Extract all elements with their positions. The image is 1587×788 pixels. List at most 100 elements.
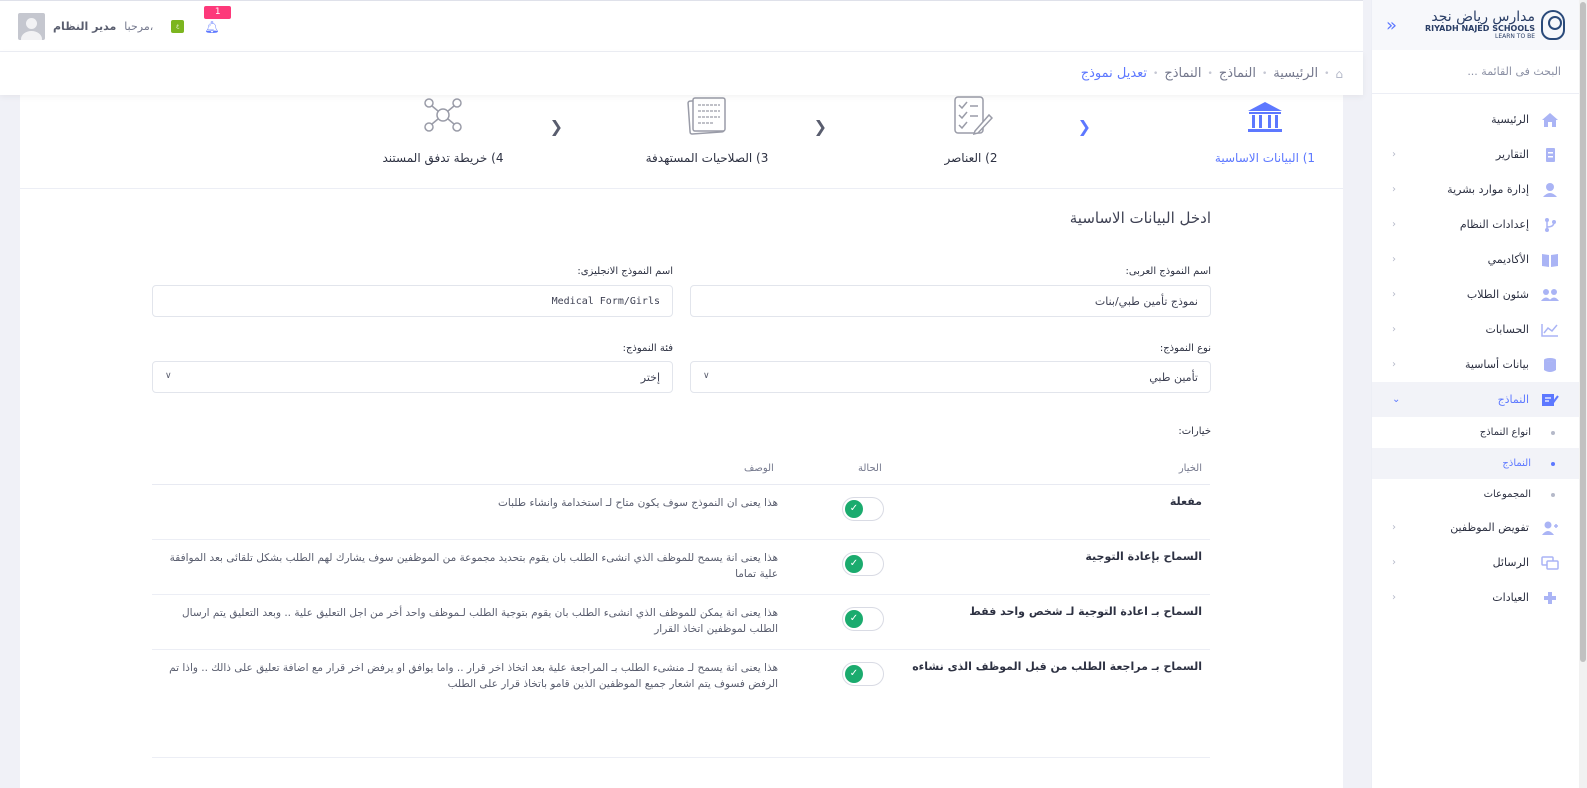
form-category-label: فئة النموذج: xyxy=(622,343,673,354)
option-toggle[interactable]: ✓ xyxy=(842,662,884,686)
breadcrumb-item[interactable]: الرئيسية xyxy=(1273,66,1318,81)
sidebar-subitem-forms[interactable]: النماذج xyxy=(1372,448,1579,479)
wizard-step-label: 4) خريطة تدفق المستند xyxy=(382,151,504,165)
divider xyxy=(152,757,1210,758)
column-header-option: الخيار xyxy=(1178,463,1202,474)
bullet-dot xyxy=(1551,461,1555,466)
options-label: خيارات: xyxy=(1178,426,1211,437)
wizard-step-flow-map[interactable]: 4) خريطة تدفق المستند xyxy=(373,95,513,165)
form-type-label: نوع النموذج: xyxy=(1159,343,1211,354)
sidebar-subitem-label: النماذج xyxy=(1502,458,1531,469)
table-row: السماح بـ مراجعة الطلب من قبل الموظف الذ… xyxy=(152,650,1210,705)
form-type-select[interactable]: تأمين طبي ∨ xyxy=(690,361,1211,393)
sidebar-subitem-form-types[interactable]: انواع النماذج xyxy=(1372,417,1579,448)
english-name-input[interactable]: Medical Form/Girls xyxy=(152,285,673,317)
table-row: السماح بـ اعادة التوجية لـ شخص واحد فقط … xyxy=(152,595,1210,650)
chevron-left-icon: ‹ xyxy=(1392,219,1396,230)
checklist-icon xyxy=(954,96,993,135)
form-section-title: ادخل البيانات الاساسية xyxy=(1069,209,1211,227)
top-header: مدير النظام مرحبا، ع 🔔︎ 1 xyxy=(0,0,1363,52)
user-area: مدير النظام مرحبا، ع 🔔︎ 1 xyxy=(18,5,232,40)
logo-mark-icon xyxy=(1541,10,1565,40)
sidebar-item-delegation[interactable]: تفويض الموظفين ‹ xyxy=(1372,510,1579,545)
arabic-name-input[interactable]: نموذج تأمين طبي/بنات xyxy=(690,285,1211,317)
subheader: ⌂ • الرئيسية • النماذج • النماذج • تعديل… xyxy=(0,52,1363,95)
sidebar-item-label: إدارة موارد بشرية xyxy=(1447,183,1529,196)
option-description: هذا يعنى ان النموذج سوف يكون متاح لـ است… xyxy=(498,497,778,509)
messages-icon xyxy=(1541,555,1559,570)
chevron-left-icon: ❮ xyxy=(813,117,827,136)
option-name: مفعلة xyxy=(1169,495,1202,508)
sidebar-item-reports[interactable]: التقارير ‹ xyxy=(1372,137,1579,172)
school-logo[interactable]: مدارس رياض نجد RIYADH NAJED SCHOOLS LEAR… xyxy=(1425,9,1565,41)
database-icon xyxy=(1544,357,1556,372)
notification-count-badge: 1 xyxy=(204,5,232,19)
avatar[interactable] xyxy=(18,13,45,40)
report-icon xyxy=(1546,147,1555,162)
sidebar-item-forms[interactable]: النماذج ⌄ xyxy=(1372,382,1579,417)
sidebar-item-accounts[interactable]: الحسابات ‹ xyxy=(1372,312,1579,347)
sidebar-item-messages[interactable]: الرسائل ‹ xyxy=(1372,545,1579,580)
wizard-step-elements[interactable]: 2) العناصر xyxy=(901,95,1041,165)
form-category-select[interactable]: إختر ∨ xyxy=(152,361,673,393)
sidebar-search xyxy=(1372,50,1579,94)
flow-icon xyxy=(424,98,462,132)
sidebar-item-hr[interactable]: إدارة موارد بشرية ‹ xyxy=(1372,172,1579,207)
sidebar-item-clinics[interactable]: العيادات ‹ xyxy=(1372,580,1579,615)
sidebar-item-home[interactable]: الرئيسية xyxy=(1372,102,1579,137)
home-icon[interactable]: ⌂ xyxy=(1335,67,1343,81)
option-toggle[interactable]: ✓ xyxy=(842,497,884,521)
option-toggle[interactable]: ✓ xyxy=(842,552,884,576)
table-row: السماح بإعادة التوجية ✓ هذا يعنى انة يسم… xyxy=(152,540,1210,595)
check-icon: ✓ xyxy=(845,555,863,573)
greeting-text: مرحبا، xyxy=(124,20,154,33)
settings-icon xyxy=(1545,217,1556,232)
bank-icon xyxy=(1248,102,1282,132)
sidebar-search-input[interactable] xyxy=(1390,65,1561,78)
sidebar-item-label: الأكاديمي xyxy=(1487,253,1529,266)
sidebar: مدارس رياض نجد RIYADH NAJED SCHOOLS LEAR… xyxy=(1371,0,1579,788)
form-card: 1) البيانات الاساسية ❮ 2) العناصر ❮ 3) ا… xyxy=(20,95,1343,788)
sidebar-subitem-groups[interactable]: المجموعات xyxy=(1372,479,1579,510)
page-scrollbar[interactable] xyxy=(1579,0,1587,788)
sidebar-subitem-label: المجموعات xyxy=(1483,489,1531,500)
options-table: الخيار الحالة الوصف مفعلة ✓ هذا يعنى ان … xyxy=(152,453,1210,705)
chevron-left-icon: ‹ xyxy=(1392,254,1396,265)
delegate-icon xyxy=(1542,521,1558,535)
students-icon xyxy=(1541,288,1559,301)
book-icon xyxy=(1542,253,1558,267)
language-flag-icon[interactable]: ع xyxy=(171,20,185,33)
sidebar-item-basic-data[interactable]: بيانات أساسية ‹ xyxy=(1372,347,1579,382)
chevron-left-icon: ❮ xyxy=(1077,117,1091,136)
breadcrumb-item[interactable]: النماذج xyxy=(1164,66,1201,81)
sidebar-subitem-label: انواع النماذج xyxy=(1479,427,1531,438)
sidebar-collapse-icon[interactable]: « xyxy=(1386,15,1397,36)
home-icon xyxy=(1542,112,1558,127)
sidebar-item-label: بيانات أساسية xyxy=(1464,358,1529,371)
breadcrumb-item[interactable]: النماذج xyxy=(1219,66,1256,81)
clinic-icon xyxy=(1544,591,1556,604)
sidebar-item-label: إعدادات النظام xyxy=(1459,218,1529,231)
chevron-left-icon: ‹ xyxy=(1392,184,1396,195)
arabic-name-label: اسم النموذج العربى: xyxy=(1125,266,1211,277)
breadcrumb-separator: • xyxy=(1207,68,1213,79)
sidebar-item-label: تفويض الموظفين xyxy=(1450,521,1529,534)
logo-tagline: LEARN TO BE xyxy=(1494,32,1535,40)
sidebar-item-academic[interactable]: الأكاديمي ‹ xyxy=(1372,242,1579,277)
wizard-step-permissions[interactable]: 3) الصلاحيات المستهدفة xyxy=(637,95,777,165)
scrollbar-thumb[interactable] xyxy=(1580,2,1586,662)
wizard-step-basic-data[interactable]: 1) البيانات الاساسية xyxy=(1195,95,1335,165)
wizard-step-label: 3) الصلاحيات المستهدفة xyxy=(645,151,769,165)
sidebar-item-settings[interactable]: إعدادات النظام ‹ xyxy=(1372,207,1579,242)
sidebar-item-label: الحسابات xyxy=(1485,323,1529,336)
notification-bell-icon[interactable]: 🔔︎ 1 xyxy=(204,5,232,34)
option-toggle[interactable]: ✓ xyxy=(842,607,884,631)
user-name[interactable]: مدير النظام xyxy=(53,20,116,33)
sidebar-item-label: شئون الطلاب xyxy=(1466,288,1529,301)
sidebar-item-label: العيادات xyxy=(1492,591,1529,604)
sidebar-item-students[interactable]: شئون الطلاب ‹ xyxy=(1372,277,1579,312)
bullet-dot xyxy=(1551,492,1555,497)
breadcrumb-separator: • xyxy=(1261,68,1268,79)
check-icon: ✓ xyxy=(845,500,863,518)
sidebar-item-label: النماذج xyxy=(1497,393,1529,406)
